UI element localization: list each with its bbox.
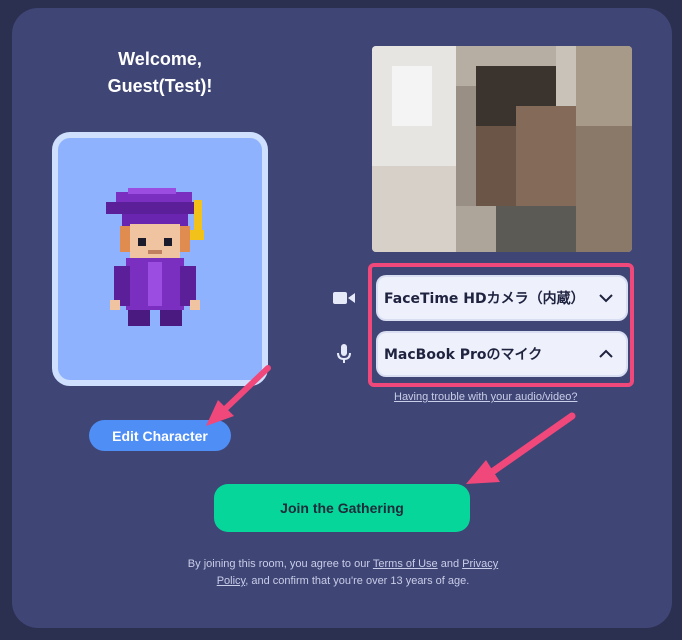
pixelated-video-feed	[372, 46, 632, 252]
character-sprite	[106, 188, 204, 326]
join-gathering-button[interactable]: Join the Gathering	[214, 484, 470, 532]
microphone-icon	[337, 344, 351, 363]
microphone-select[interactable]: MacBook Proのマイク	[376, 331, 628, 377]
camera-select-value: FaceTime HDカメラ（内蔵）	[384, 291, 585, 307]
microphone-select-value: MacBook Proのマイク	[384, 347, 543, 363]
audio-video-help-link[interactable]: Having trouble with your audio/video?	[394, 391, 624, 403]
welcome-line-1: Welcome,	[118, 49, 202, 69]
camera-preview	[372, 46, 632, 252]
privacy-link-part-2[interactable]: Policy	[217, 575, 246, 587]
terms-and: and	[437, 558, 463, 570]
avatar-preview	[52, 132, 268, 386]
camera-select[interactable]: FaceTime HDカメラ（内蔵）	[376, 275, 628, 321]
terms-suffix: , and confirm that you're over 13 years …	[245, 575, 470, 587]
edit-character-button[interactable]: Edit Character	[89, 420, 231, 451]
terms-notice: By joining this room, you agree to our T…	[150, 556, 536, 590]
chevron-up-icon	[599, 349, 613, 358]
chevron-down-icon	[599, 294, 613, 303]
terms-prefix: By joining this room, you agree to our	[187, 558, 373, 570]
terms-of-use-link[interactable]: Terms of Use	[373, 558, 438, 570]
camera-icon	[333, 292, 355, 304]
welcome-heading: Welcome, Guest(Test)!	[70, 46, 250, 100]
welcome-line-2: Guest(Test)!	[107, 76, 213, 96]
privacy-link-part-1[interactable]: Privacy	[462, 558, 498, 570]
